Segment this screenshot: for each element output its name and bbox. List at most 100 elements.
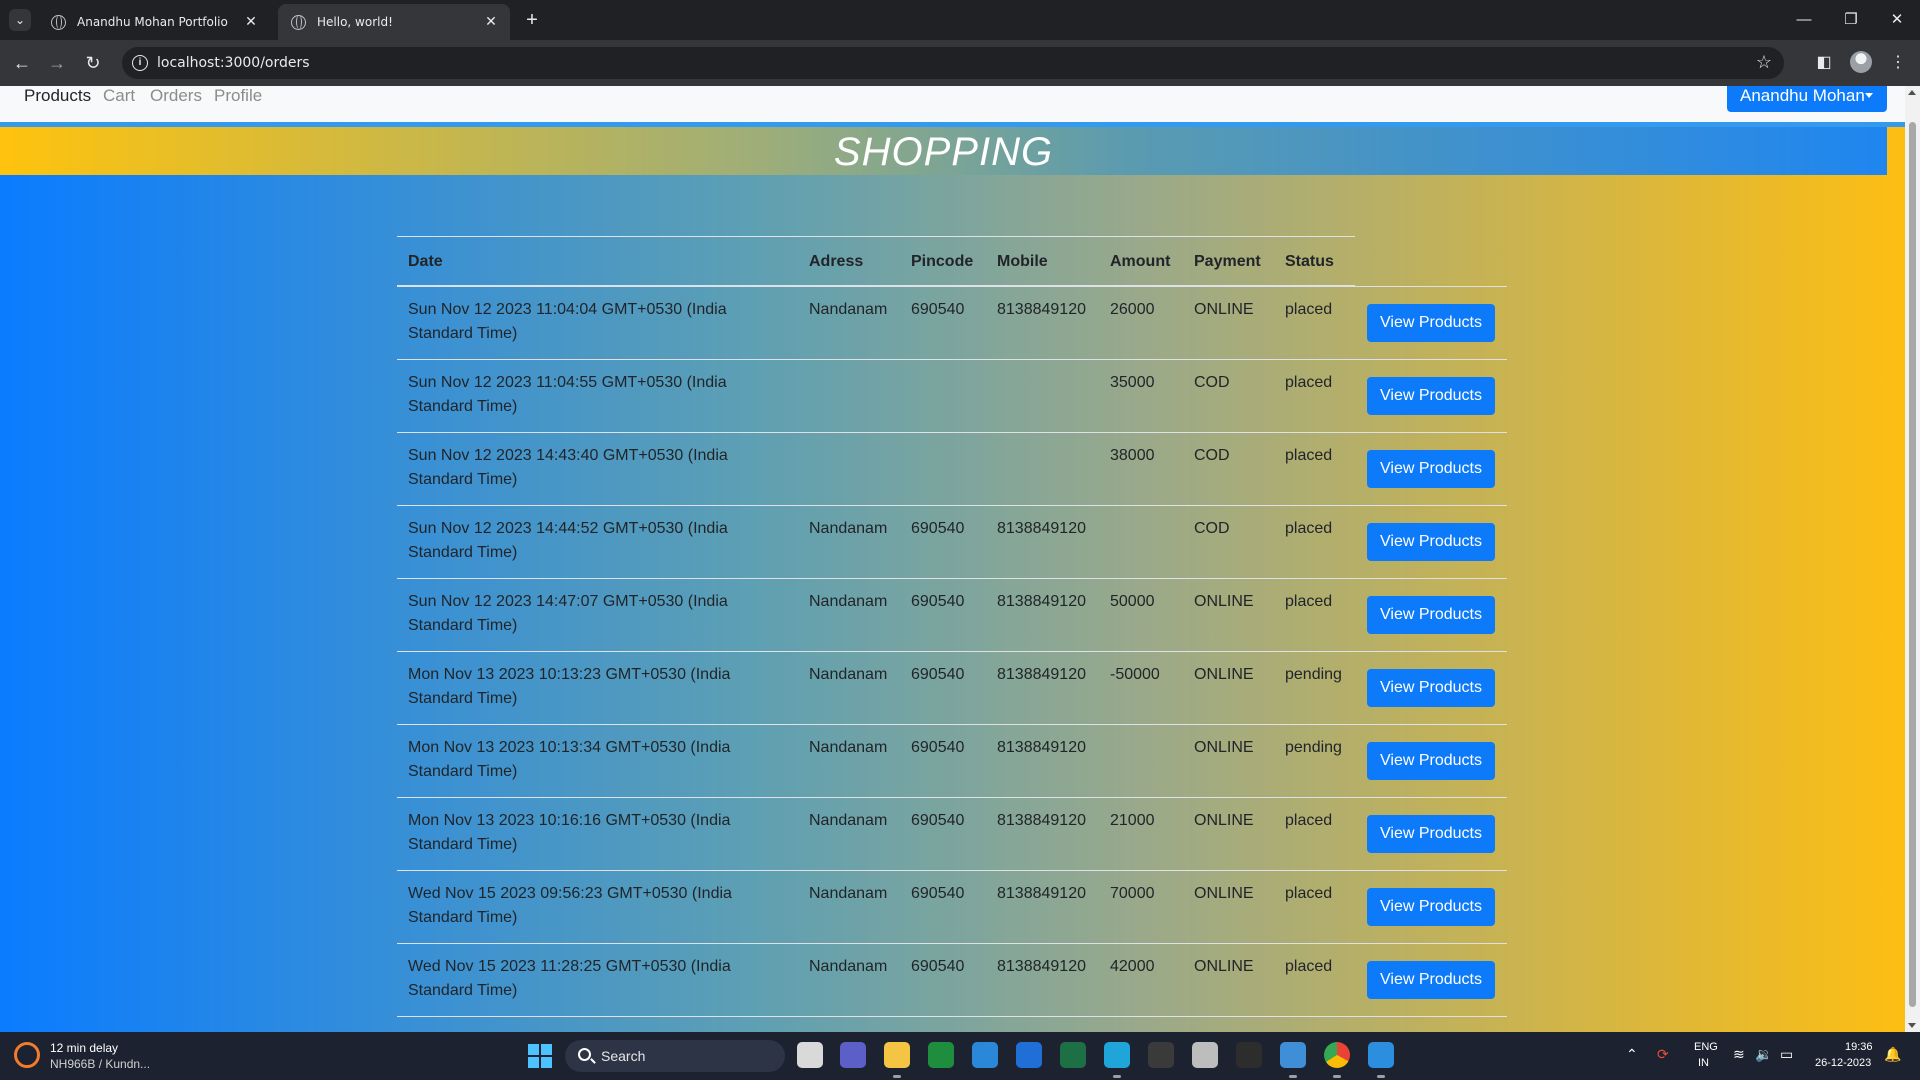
tab-hello-world[interactable]: Hello, world! ✕ [278, 4, 510, 40]
reload-icon[interactable]: ↻ [81, 51, 105, 75]
view-products-button[interactable]: View Products [1367, 961, 1495, 999]
wifi-icon[interactable]: ≋ [1733, 1046, 1745, 1063]
nav-orders[interactable]: Orders [150, 86, 202, 106]
close-icon[interactable]: ✕ [482, 12, 500, 30]
page-scrollbar[interactable] [1905, 86, 1920, 1032]
mail-icon[interactable] [972, 1042, 998, 1068]
view-products-button[interactable]: View Products [1367, 596, 1495, 634]
excel-icon[interactable] [1060, 1042, 1086, 1068]
traffic-icon[interactable] [14, 1042, 40, 1068]
close-window-button[interactable]: ✕ [1877, 8, 1917, 32]
store-icon[interactable] [1016, 1042, 1042, 1068]
cell-date: Mon Nov 13 2023 10:16:16 GMT+0530 (India [408, 812, 731, 829]
task-view-icon[interactable] [797, 1042, 823, 1068]
header-amount: Amount [1110, 253, 1171, 270]
search-label: Search [601, 1048, 646, 1064]
windows-start-icon[interactable] [528, 1044, 552, 1068]
view-products-button[interactable]: View Products [1367, 888, 1495, 926]
vscode-icon[interactable] [1368, 1042, 1394, 1078]
teams-icon[interactable] [840, 1042, 866, 1068]
cell-pincode: 690540 [911, 812, 965, 829]
clock-date[interactable]: 26-12-2023 [1815, 1057, 1871, 1069]
page-viewport: Products Cart Orders Profile Anandhu Moh… [0, 86, 1905, 1032]
site-info-icon[interactable]: i [132, 55, 148, 71]
widget-text-2[interactable]: NH966B / Kundn... [50, 1057, 150, 1071]
cmd-icon[interactable] [1236, 1042, 1262, 1068]
sync-icon[interactable]: ⟳ [1657, 1046, 1669, 1063]
view-products-button[interactable]: View Products [1367, 669, 1495, 707]
cell-payment: ONLINE [1194, 885, 1254, 902]
scroll-down-icon[interactable] [1908, 1023, 1916, 1028]
menu-icon[interactable]: ⋮ [1886, 51, 1910, 75]
caret-down-icon [1865, 93, 1873, 98]
file-explorer-icon[interactable] [884, 1042, 910, 1078]
cell-date: Sun Nov 12 2023 14:44:52 GMT+0530 (India [408, 520, 728, 537]
cell-date-line2: Standard Time) [408, 836, 518, 853]
cell-amount: -50000 [1110, 666, 1160, 683]
view-products-button[interactable]: View Products [1367, 815, 1495, 853]
view-products-button[interactable]: View Products [1367, 377, 1495, 415]
notification-bell-icon[interactable]: 🔔 [1884, 1046, 1901, 1063]
url-text[interactable]: localhost:3000/orders [157, 55, 310, 71]
edge-icon[interactable] [1104, 1042, 1130, 1078]
view-products-button[interactable]: View Products [1367, 450, 1495, 488]
bookmark-star-icon[interactable]: ☆ [1756, 52, 1772, 73]
close-icon[interactable]: ✕ [242, 12, 260, 30]
language-label[interactable]: ENG [1694, 1041, 1718, 1053]
tab-search-button[interactable]: ⌄ [9, 9, 31, 31]
cell-address: Nandanam [809, 812, 888, 829]
cell-pincode: 690540 [911, 739, 965, 756]
new-tab-button[interactable]: + [520, 8, 544, 32]
view-products-button[interactable]: View Products [1367, 742, 1495, 780]
terminal-icon[interactable] [1148, 1042, 1174, 1068]
chrome-icon[interactable] [1324, 1042, 1350, 1078]
address-bar[interactable]: i localhost:3000/orders ☆ [122, 47, 1784, 79]
settings-icon[interactable] [1192, 1042, 1218, 1068]
site-navbar: Products Cart Orders Profile Anandhu Moh… [0, 86, 1905, 122]
cell-amount: 38000 [1110, 447, 1155, 464]
table-row: Wed Nov 15 2023 11:28:25 GMT+0530 (India… [397, 944, 1507, 1017]
table-row: Mon Nov 13 2023 10:13:34 GMT+0530 (India… [397, 725, 1507, 798]
cell-payment: ONLINE [1194, 958, 1254, 975]
cell-date-line2: Standard Time) [408, 544, 518, 561]
back-icon[interactable]: ← [10, 51, 34, 75]
cell-amount: 42000 [1110, 958, 1155, 975]
scroll-up-icon[interactable] [1908, 90, 1916, 95]
header-mobile: Mobile [997, 253, 1048, 270]
cell-pincode: 690540 [911, 520, 965, 537]
cell-payment: COD [1194, 447, 1230, 464]
tab-portfolio[interactable]: Anandhu Mohan Portfolio ✕ [38, 4, 270, 40]
widget-text-1[interactable]: 12 min delay [50, 1041, 118, 1055]
view-products-button[interactable]: View Products [1367, 304, 1495, 342]
forward-icon[interactable]: → [45, 51, 69, 75]
scrollbar-thumb[interactable] [1909, 122, 1916, 1007]
volume-icon[interactable]: 🔉 [1755, 1046, 1772, 1063]
side-panel-icon[interactable]: ◧ [1812, 51, 1836, 75]
cell-payment: ONLINE [1194, 739, 1254, 756]
battery-icon[interactable]: ▭ [1780, 1046, 1793, 1063]
table-row: Sun Nov 12 2023 14:43:40 GMT+0530 (India… [397, 433, 1507, 506]
region-label[interactable]: IN [1698, 1057, 1709, 1069]
classroom-icon[interactable] [928, 1042, 954, 1068]
nav-cart[interactable]: Cart [103, 86, 135, 106]
restore-button[interactable]: ❐ [1831, 8, 1871, 32]
profile-avatar[interactable] [1850, 51, 1872, 73]
taskbar-search[interactable]: Search [565, 1040, 785, 1072]
cell-address: Nandanam [809, 301, 888, 318]
minimize-button[interactable]: — [1784, 8, 1824, 32]
cell-pincode: 690540 [911, 666, 965, 683]
user-dropdown-button[interactable]: Anandhu Mohan [1727, 86, 1887, 112]
cell-amount: 21000 [1110, 812, 1155, 829]
notepad-icon[interactable] [1280, 1042, 1306, 1078]
cell-date-line2: Standard Time) [408, 690, 518, 707]
nav-profile[interactable]: Profile [214, 86, 262, 106]
view-products-button[interactable]: View Products [1367, 523, 1495, 561]
cell-date: Sun Nov 12 2023 14:43:40 GMT+0530 (India [408, 447, 728, 464]
show-hidden-icons[interactable]: ⌃ [1626, 1046, 1638, 1063]
clock-time[interactable]: 19:36 [1845, 1041, 1873, 1053]
nav-products[interactable]: Products [24, 86, 91, 106]
cell-status: placed [1285, 885, 1333, 902]
cell-mobile: 8138849120 [997, 593, 1086, 610]
cell-payment: COD [1194, 520, 1230, 537]
cell-mobile: 8138849120 [997, 520, 1086, 537]
